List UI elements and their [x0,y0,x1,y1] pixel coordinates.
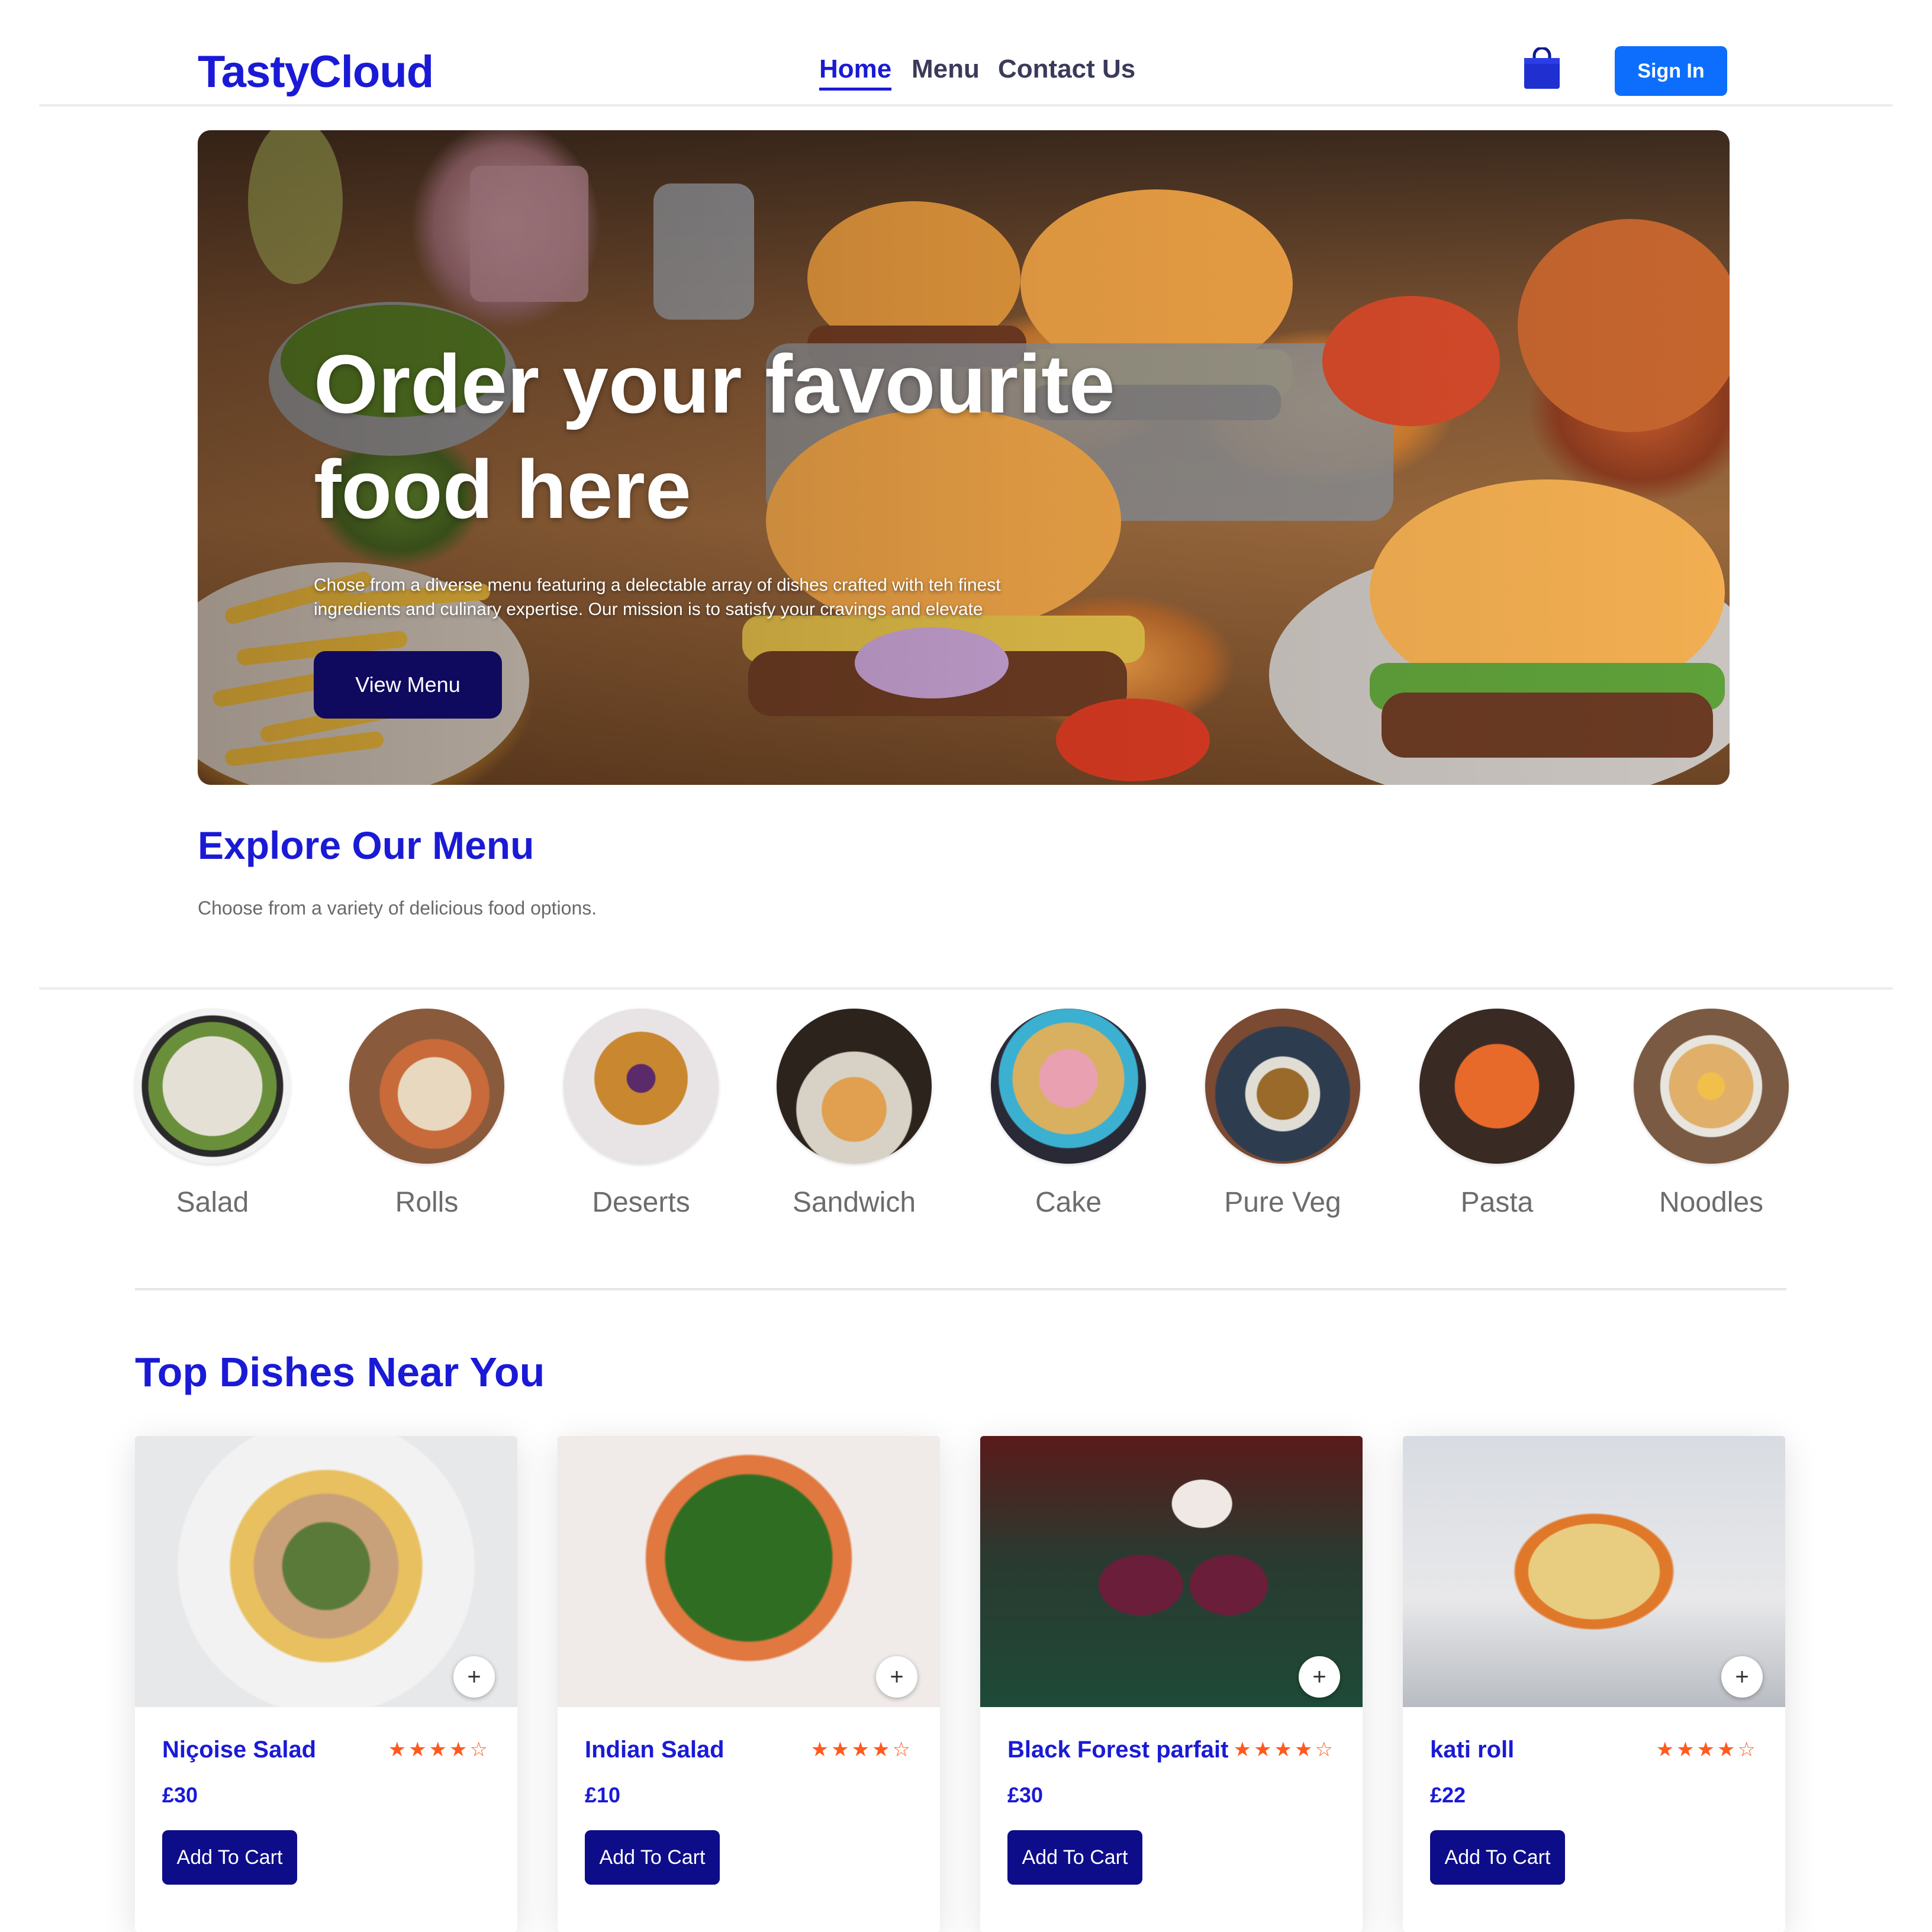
hero-banner: Order your favourite food here Chose fro… [198,130,1730,785]
category-label: Sandwich [792,1187,916,1218]
top-dishes-title: Top Dishes Near You [135,1349,545,1395]
category-sandwich[interactable]: Sandwich [777,1009,932,1219]
dish-card[interactable]: + Black Forest parfait ★★★★☆ £30 Add To … [980,1436,1363,1932]
add-to-cart-button[interactable]: Add To Cart [1430,1830,1565,1885]
category-pasta[interactable]: Pasta [1419,1009,1574,1219]
category-image [1634,1009,1789,1164]
category-label: Noodles [1659,1187,1764,1218]
category-rolls[interactable]: Rolls [349,1009,504,1219]
shopping-bag-icon[interactable] [1522,46,1561,90]
add-to-cart-button[interactable]: Add To Cart [162,1830,297,1885]
category-noodles[interactable]: Noodles [1634,1009,1789,1219]
header-divider [39,104,1893,107]
explore-menu-subtitle: Choose from a variety of delicious food … [198,897,597,919]
dish-card[interactable]: + Niçoise Salad ★★★★☆ £30 Add To Cart [135,1436,517,1932]
category-image [1205,1009,1360,1164]
explore-menu-title: Explore Our Menu [198,823,534,867]
category-image [135,1009,290,1164]
add-icon[interactable]: + [876,1656,917,1698]
category-pure-veg[interactable]: Pure Veg [1205,1009,1360,1219]
dish-name: Black Forest parfait [1007,1737,1229,1763]
category-label: Salad [176,1187,249,1218]
rating-stars: ★★★★☆ [388,1738,490,1761]
dish-name: Indian Salad [585,1737,724,1763]
category-label: Deserts [592,1187,690,1218]
category-cake[interactable]: Cake [991,1009,1146,1219]
dish-price: £30 [1007,1783,1044,1807]
category-label: Pure Veg [1224,1187,1341,1218]
dish-price: £30 [162,1783,198,1807]
dish-price: £10 [585,1783,621,1807]
nav-home[interactable]: Home [819,54,892,91]
category-label: Pasta [1460,1187,1534,1218]
add-to-cart-button[interactable]: Add To Cart [585,1830,720,1885]
hero-description: Chose from a diverse menu featuring a de… [314,575,1001,619]
add-icon[interactable]: + [1721,1656,1763,1698]
dish-card[interactable]: + Indian Salad ★★★★☆ £10 Add To Cart [558,1436,940,1932]
category-label: Rolls [395,1187,459,1218]
dish-image: + [135,1436,517,1707]
category-image [777,1009,932,1164]
dish-image: + [1403,1436,1785,1707]
category-image [564,1009,719,1164]
category-image [349,1009,504,1164]
add-icon[interactable]: + [453,1656,495,1698]
dish-name: Niçoise Salad [162,1737,317,1763]
rating-stars: ★★★★☆ [1656,1738,1758,1761]
add-icon[interactable]: + [1299,1656,1340,1698]
category-label: Cake [1035,1187,1102,1218]
dish-card[interactable]: + kati roll ★★★★☆ £22 Add To Cart [1403,1436,1785,1932]
category-image [1419,1009,1574,1164]
view-menu-button[interactable]: View Menu [314,651,502,719]
category-image [991,1009,1146,1164]
hero-title: Order your favourite food here [314,337,1115,536]
dish-image: + [980,1436,1363,1707]
rating-stars: ★★★★☆ [810,1738,913,1761]
site-logo[interactable]: TastyCloud [198,46,434,98]
sign-in-button[interactable]: Sign In [1615,46,1727,96]
nav-contact-us[interactable]: Contact Us [998,54,1135,84]
dish-name: kati roll [1430,1737,1515,1763]
dish-image: + [558,1436,940,1707]
add-to-cart-button[interactable]: Add To Cart [1007,1830,1142,1885]
category-salad[interactable]: Salad [135,1009,290,1219]
nav-menu[interactable]: Menu [912,54,980,84]
rating-stars: ★★★★☆ [1233,1738,1335,1761]
section-divider [39,987,1893,990]
category-deserts[interactable]: Deserts [564,1009,719,1219]
section-divider [135,1288,1786,1290]
dish-price: £22 [1430,1783,1466,1807]
